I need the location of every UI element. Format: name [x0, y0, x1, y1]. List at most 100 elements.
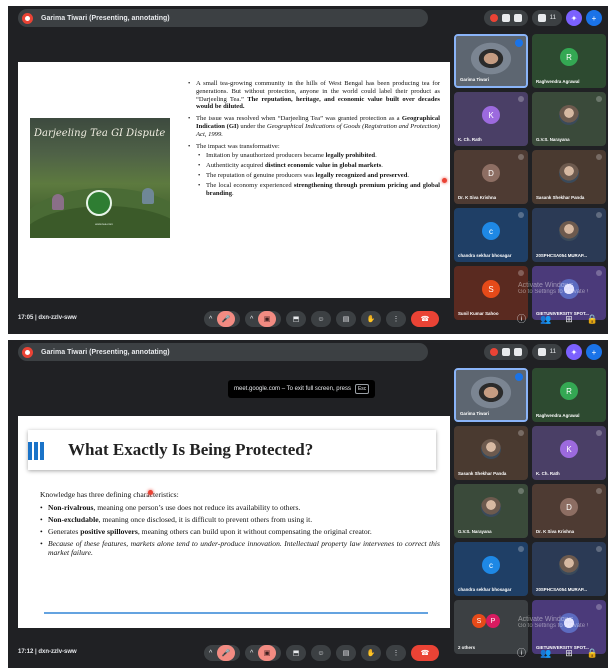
leave-call-button[interactable]: ☎ [411, 311, 439, 327]
participant-tile[interactable]: 20SPHCSA054 MURAP... [532, 208, 606, 262]
watermark-line2: Go to Settings to activate Windows. [518, 623, 588, 629]
chevron-up-icon[interactable]: ^ [209, 650, 212, 657]
participant-tile[interactable]: c chandra sekhar bhosagar [454, 208, 528, 262]
present-button[interactable]: ⬒ [286, 645, 306, 661]
slide-intro: Knowledge has three defining characteris… [40, 490, 179, 499]
add-icon[interactable]: + [586, 344, 602, 360]
participant-name: Garima Tiwari [460, 77, 489, 82]
participant-tile[interactable]: 20SPHCSA054 MURAP... [532, 542, 606, 596]
presenting-banner[interactable]: Garima Tiwari (Presenting, annotating) [18, 343, 428, 361]
camera-off-icon[interactable]: ▣ [258, 645, 276, 661]
leave-call-button[interactable]: ☎ [411, 645, 439, 661]
avatar [481, 439, 501, 459]
recording-indicators[interactable] [483, 344, 528, 360]
participant-name: G.V.S. Narayana [458, 529, 492, 534]
meeting-time: 17:12 [18, 649, 34, 655]
participant-tile[interactable]: Garima Tiwari [454, 34, 528, 88]
more-options-button[interactable]: ⋮ [386, 645, 406, 661]
participant-tile[interactable]: R Raghvendra Agrawal [532, 34, 606, 88]
camera-control[interactable]: ^ ▣ [245, 311, 281, 327]
avatar: S [472, 614, 486, 628]
captions-button[interactable]: ▤ [336, 311, 356, 327]
participant-tile[interactable]: D Dr. K Siva Krishna [532, 484, 606, 538]
divider-line [44, 612, 428, 614]
reactions-button[interactable]: ☺ [311, 311, 331, 327]
participant-name: 20SPHCSA054 MURAP... [536, 253, 587, 258]
sub-text: . [381, 162, 383, 170]
mic-control[interactable]: ^ 🎤 [204, 645, 240, 661]
present-button[interactable]: ⬒ [286, 311, 306, 327]
bullet-bold: positive spillovers [80, 527, 138, 536]
participant-tile[interactable]: Sasank Shekhar Panda [454, 426, 528, 480]
participants-pill[interactable]: 11 [531, 344, 562, 360]
participant-tile[interactable]: Garima Tiwari [454, 368, 528, 422]
participant-tile[interactable]: K K. Ch. Rath [532, 426, 606, 480]
people-icon [537, 348, 546, 356]
reactions-button[interactable]: ☺ [311, 645, 331, 661]
caption-icon [501, 14, 510, 22]
info-icon[interactable]: ⓘ [517, 314, 526, 324]
muted-icon [518, 488, 524, 494]
camera-off-icon[interactable]: ▣ [258, 311, 276, 327]
avatar [559, 105, 579, 125]
meet-window-first: Garima Tiwari (Presenting, annotating) 1… [8, 6, 608, 334]
raise-hand-button[interactable]: ✋ [361, 645, 381, 661]
participant-count: 11 [549, 349, 556, 355]
windows-watermark: Activate Windows Go to Settings to activ… [518, 282, 588, 296]
people-icon[interactable]: 👥 [540, 314, 551, 324]
windows-watermark: Activate Windows Go to Settings to activ… [518, 616, 588, 630]
sub-bold: legally prohibited [325, 152, 376, 160]
participants-pill[interactable]: 11 [531, 10, 562, 26]
participant-count: 11 [549, 15, 556, 21]
people-icon[interactable]: 👥 [540, 648, 551, 658]
chevron-up-icon[interactable]: ^ [209, 316, 212, 323]
chevron-up-icon[interactable]: ^ [250, 316, 253, 323]
host-controls-icon[interactable]: 🔒 [587, 314, 598, 324]
participant-tile[interactable]: c chandra sekhar bhosagar [454, 542, 528, 596]
info-icon[interactable]: ⓘ [517, 648, 526, 658]
participant-name: chandra sekhar bhosagar [458, 253, 512, 258]
avatar: K [560, 440, 578, 458]
recording-indicators[interactable] [483, 10, 528, 26]
participant-tile[interactable]: G.V.S. Narayana [454, 484, 528, 538]
bullet-item: Non-rivalrous, meaning one person’s use … [40, 503, 440, 512]
participant-tile[interactable]: D Dr. K Siva Krishna [454, 150, 528, 204]
activities-icon[interactable]: ⊞ [565, 648, 573, 658]
mic-control[interactable]: ^ 🎤 [204, 311, 240, 327]
sub-text: . [232, 189, 234, 197]
chevron-up-icon[interactable]: ^ [250, 650, 253, 657]
participant-tile[interactable]: G.V.S. Narayana [532, 92, 606, 146]
laser-pointer-icon [148, 490, 153, 495]
avatar: D [482, 164, 500, 182]
muted-icon [596, 430, 602, 436]
present-icon: ⬒ [292, 316, 300, 323]
participant-tile[interactable]: K K. Ch. Rath [454, 92, 528, 146]
gemini-icon[interactable]: ✦ [566, 10, 582, 26]
muted-icon [518, 270, 524, 276]
hand-icon: ✋ [366, 650, 376, 657]
presentation-slide-darjeeling: Darjeeling Tea GI Dispute www.tea.com A … [18, 62, 450, 298]
participant-name: K. Ch. Rath [536, 471, 560, 476]
participant-tile[interactable]: R Raghvendra Agrawal [532, 368, 606, 422]
bullet-bold: Non-rivalrous [48, 503, 94, 512]
meeting-time: 17:05 [18, 315, 34, 321]
meeting-time-code: 17:12 | dxn-zzlv-sww [18, 649, 77, 655]
sub-bold: distinct economic value in global market… [264, 162, 382, 170]
gemini-icon[interactable]: ✦ [566, 344, 582, 360]
add-icon[interactable]: + [586, 10, 602, 26]
host-controls-icon[interactable]: 🔒 [587, 648, 598, 658]
captions-button[interactable]: ▤ [336, 645, 356, 661]
avatar [481, 497, 501, 517]
bullet-text: The impact was transformative: [196, 142, 280, 150]
raise-hand-button[interactable]: ✋ [361, 311, 381, 327]
screen-share-icon [513, 348, 522, 356]
sub-bullet: The reputation of genuine producers was … [188, 172, 440, 180]
mic-off-icon[interactable]: 🎤 [217, 311, 235, 327]
activities-icon[interactable]: ⊞ [565, 314, 573, 324]
participant-tile[interactable]: Sasank Shekhar Panda [532, 150, 606, 204]
presenting-banner[interactable]: Garima Tiwari (Presenting, annotating) [18, 9, 428, 27]
more-options-button[interactable]: ⋮ [386, 311, 406, 327]
camera-control[interactable]: ^ ▣ [245, 645, 281, 661]
mic-off-icon[interactable]: 🎤 [217, 645, 235, 661]
bullet-item: The impact was transformative: [188, 143, 440, 151]
